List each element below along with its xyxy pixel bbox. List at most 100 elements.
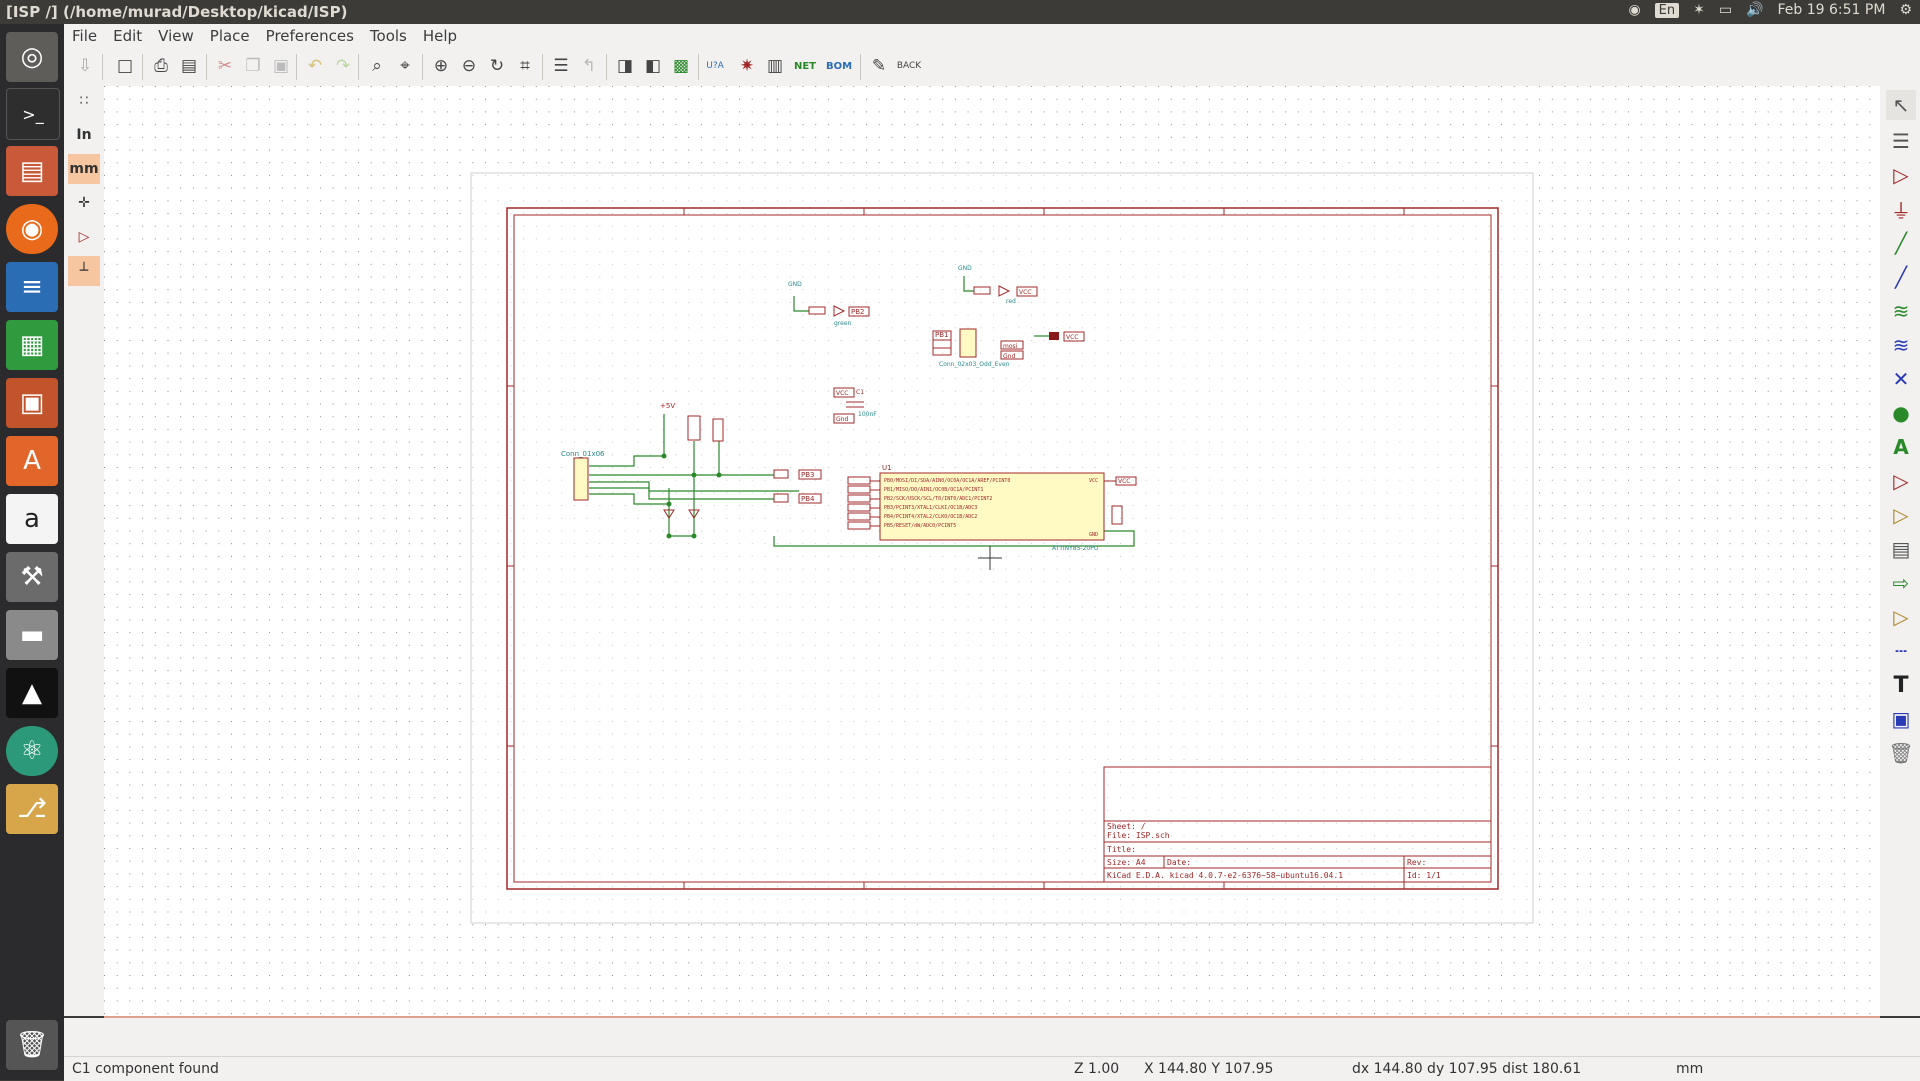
resistor-r1[interactable]	[687, 415, 701, 441]
place-bus-icon[interactable]: ╱	[1886, 262, 1916, 292]
zoom-fit-icon[interactable]: ⌗	[512, 53, 538, 79]
volume-icon[interactable]: 🔊	[1746, 2, 1763, 18]
impress-icon[interactable]: ▣	[6, 378, 58, 428]
bom-button[interactable]: BOM	[824, 53, 854, 79]
place-wire-icon[interactable]: ╱	[1886, 228, 1916, 258]
amazon-icon[interactable]: a	[6, 494, 58, 544]
hierarchical-label-icon[interactable]: ▷	[1886, 500, 1916, 530]
units-inch-button[interactable]: In	[68, 120, 100, 150]
image-icon[interactable]: ▣	[1886, 704, 1916, 734]
language-indicator[interactable]: En	[1654, 2, 1680, 18]
redo-icon[interactable]: ↷	[330, 53, 356, 79]
units-mm-button[interactable]: mm	[68, 154, 100, 184]
bus-bus-entry-icon[interactable]: ≋	[1886, 330, 1916, 360]
writer-icon[interactable]: ≡	[6, 262, 58, 312]
leave-sheet-icon[interactable]: ↰	[576, 53, 602, 79]
gear-icon[interactable]: ⚙	[1899, 2, 1912, 18]
resistor-r2[interactable]	[712, 418, 724, 442]
files-icon[interactable]: ▤	[6, 146, 58, 196]
junction-icon[interactable]: ●	[1886, 398, 1916, 428]
system-top-bar: [ISP /] (/home/murad/Desktop/kicad/ISP) …	[0, 0, 1920, 24]
annotate-button[interactable]: U?A	[698, 53, 732, 79]
dash-icon[interactable]: ◎	[6, 32, 58, 82]
calc-icon[interactable]: ▦	[6, 320, 58, 370]
atom-icon[interactable]: ⚛	[6, 726, 58, 776]
no-connect-icon[interactable]: ✕	[1886, 364, 1916, 394]
delete-icon[interactable]: 🗑	[1886, 738, 1916, 768]
net-label-icon[interactable]: A	[1886, 432, 1916, 462]
bluetooth-icon[interactable]: ✶	[1693, 2, 1705, 18]
grid-icon[interactable]: ∷	[68, 86, 100, 116]
svg-text:VCC: VCC	[836, 390, 848, 397]
copy-icon[interactable]: ❐	[240, 53, 266, 79]
print-icon[interactable]: ⎙	[148, 53, 174, 79]
status-coordinates: X 144.80 Y 107.95	[1144, 1061, 1274, 1077]
select-icon[interactable]: ↖	[1886, 90, 1916, 120]
plot-icon[interactable]: ▤	[176, 53, 202, 79]
svg-text:PB5/RESET/dW/ADC0/PCINT5: PB5/RESET/dW/ADC0/PCINT5	[884, 523, 956, 529]
svg-text:green: green	[834, 320, 852, 327]
menu-view[interactable]: View	[150, 27, 202, 45]
save-icon[interactable]: ⇩	[72, 53, 98, 79]
graphic-line-icon[interactable]: ┄	[1886, 636, 1916, 666]
clock[interactable]: Feb 19 6:51 PM	[1778, 2, 1886, 18]
cvpcb-icon[interactable]: ▥	[762, 53, 788, 79]
back-button[interactable]: BACK	[894, 53, 924, 79]
place-power-icon[interactable]: ⏚	[1886, 194, 1916, 224]
library-browser-icon[interactable]: ◧	[640, 53, 666, 79]
disk-icon[interactable]: ▬	[6, 610, 58, 660]
sheet-pin-icon[interactable]: ▷	[1886, 602, 1916, 632]
status-units: mm	[1676, 1061, 1704, 1077]
erc-icon[interactable]: ✷	[734, 53, 760, 79]
menu-edit[interactable]: Edit	[105, 27, 150, 45]
settings-icon[interactable]: ⚒	[6, 552, 58, 602]
place-component-icon[interactable]: ▷	[1886, 160, 1916, 190]
hierarchy-icon[interactable]: ☰	[548, 53, 574, 79]
menu-place[interactable]: Place	[202, 27, 258, 45]
svg-text:Gnd: Gnd	[1003, 353, 1015, 360]
orthogonal-wire-icon[interactable]: ┴	[68, 256, 100, 286]
status-zoom: Z 1.00	[1074, 1061, 1120, 1077]
hierarchical-sheet-icon[interactable]: ▤	[1886, 534, 1916, 564]
svg-text:PB4/PCINT4/XTAL2/CLKO/OC1B/ADC: PB4/PCINT4/XTAL2/CLKO/OC1B/ADC2	[884, 514, 977, 520]
battery-icon[interactable]: ▭	[1719, 2, 1732, 18]
wifi-icon[interactable]: ◉	[1628, 2, 1640, 18]
hierarchy-nav-icon[interactable]: ☰	[1886, 126, 1916, 156]
zoom-in-icon[interactable]: ⊕	[428, 53, 454, 79]
menu-help[interactable]: Help	[415, 27, 465, 45]
netlist-button[interactable]: NET	[790, 53, 820, 79]
text-icon[interactable]: T	[1886, 670, 1916, 700]
schematic-canvas[interactable]: Sheet: / File: ISP.sch Title: Size: A4 D…	[104, 86, 1880, 1018]
wire-bus-entry-icon[interactable]: ≋	[1886, 296, 1916, 326]
cut-icon[interactable]: ✂	[212, 53, 238, 79]
terminal-icon[interactable]: >_	[6, 88, 60, 140]
menu-file[interactable]: File	[64, 27, 105, 45]
software-center-icon[interactable]: A	[6, 436, 58, 486]
find-icon[interactable]: ⌕	[364, 53, 390, 79]
system-tray: ◉ En ✶ ▭ 🔊 Feb 19 6:51 PM ⚙	[1628, 2, 1912, 18]
chip-u1[interactable]: U1 ATTINY85-20PU PB0/MOSI/DI/SDA/AIN0/OC…	[847, 464, 1137, 552]
paste-icon[interactable]: ▣	[268, 53, 294, 79]
redraw-icon[interactable]: ↻	[484, 53, 510, 79]
kicad-icon[interactable]: ⎇	[6, 784, 58, 834]
firefox-icon[interactable]: ◉	[6, 204, 58, 254]
cursor-shape-icon[interactable]: ✛	[68, 188, 100, 218]
svg-text:100nF: 100nF	[858, 411, 877, 418]
menu-tools[interactable]: Tools	[362, 27, 415, 45]
library-editor-icon[interactable]: ◨	[612, 53, 638, 79]
status-delta: dx 144.80 dy 107.95 dist 180.61	[1352, 1061, 1582, 1077]
global-label-icon[interactable]: ▷	[1886, 466, 1916, 496]
hidden-pins-icon[interactable]: ▷	[68, 222, 100, 252]
pcbnew-icon[interactable]: ✎	[866, 53, 892, 79]
svg-text:red: red	[1006, 298, 1016, 305]
svg-text:Conn_02x03_Odd_Even: Conn_02x03_Odd_Even	[939, 361, 1010, 368]
footprint-editor-icon[interactable]: ▩	[668, 53, 694, 79]
menu-preferences[interactable]: Preferences	[258, 27, 362, 45]
undo-icon[interactable]: ↶	[302, 53, 328, 79]
import-sheet-pin-icon[interactable]: ⇨	[1886, 568, 1916, 598]
zoom-out-icon[interactable]: ⊖	[456, 53, 482, 79]
page-settings-icon[interactable]: □	[112, 53, 138, 79]
inkscape-icon[interactable]: ▲	[6, 668, 58, 718]
trash-icon[interactable]: 🗑	[6, 1020, 58, 1070]
find-replace-icon[interactable]: ⌖	[392, 53, 418, 79]
